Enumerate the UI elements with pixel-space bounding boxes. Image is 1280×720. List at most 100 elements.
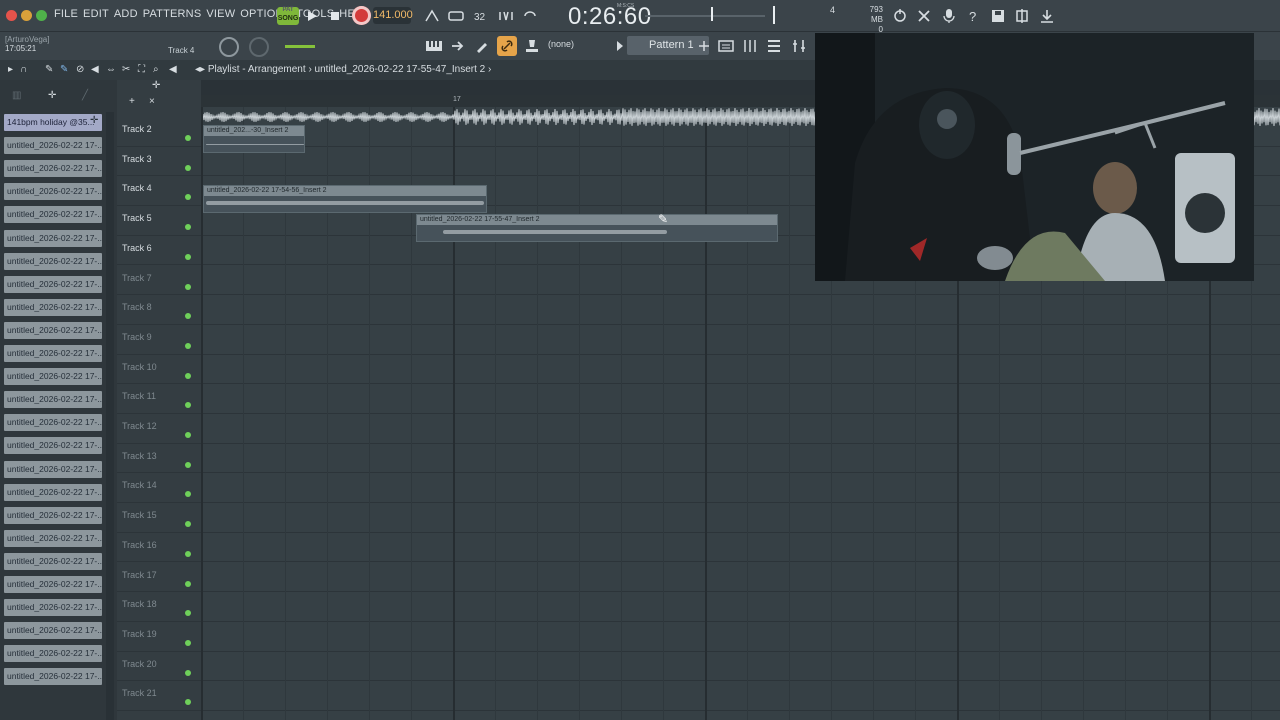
browser-clip-item[interactable]: untitled_2026-02-22 17-...	[4, 368, 102, 386]
piano-icon[interactable]	[424, 36, 444, 56]
track-header[interactable]: Track 14	[117, 473, 201, 504]
browser-view-icon[interactable]: ▥	[12, 90, 21, 101]
browser-clip-item[interactable]: untitled_2026-02-22 17-...	[4, 552, 102, 570]
track-mute-led[interactable]	[185, 669, 191, 676]
blend-notes-icon[interactable]	[496, 6, 516, 26]
stop-button[interactable]	[326, 7, 344, 25]
menu-edit[interactable]: EDIT	[83, 8, 109, 20]
track-name[interactable]: Track 9	[122, 332, 152, 342]
track-header[interactable]: Track 10	[117, 355, 201, 385]
track-name[interactable]: Track 5	[122, 213, 152, 223]
microphone-icon[interactable]	[939, 6, 959, 26]
arrangement-name[interactable]: untitled_2026-02-22 17-55-47_Insert 2	[315, 64, 486, 75]
song-mode-toggle[interactable]: PAT SONG	[277, 7, 299, 25]
track-mute-led[interactable]	[185, 699, 191, 706]
browser-clip-item[interactable]: untitled_2026-02-22 17-...	[4, 437, 102, 455]
track-header[interactable]: Track 11	[117, 384, 201, 414]
slip-tool-icon[interactable]: ⇔	[106, 64, 116, 75]
channel-rack-icon[interactable]	[764, 36, 784, 56]
menu-view[interactable]: VIEW	[206, 8, 235, 20]
arrow-right-icon[interactable]	[448, 36, 468, 56]
swing-knob[interactable]	[219, 37, 239, 57]
track-header[interactable]: Track 18	[117, 592, 201, 622]
link-icon[interactable]	[497, 36, 517, 56]
browser-brush-icon[interactable]: ╱	[82, 90, 88, 101]
playlist-icon[interactable]	[716, 36, 736, 56]
track-header[interactable]: Track 5	[117, 206, 201, 236]
track-mute-led[interactable]	[185, 313, 191, 320]
browser-clip-item[interactable]: untitled_2026-02-22 17-...	[4, 298, 102, 316]
zoom-tool-icon[interactable]: ⌕	[153, 64, 159, 75]
audio-clip[interactable]: untitled_2026-02-22 17-55-47_Insert 2	[416, 214, 778, 242]
add-pattern-icon[interactable]	[694, 36, 714, 56]
paint-tool-icon[interactable]: ✎	[60, 64, 68, 75]
menu-add[interactable]: ADD	[114, 8, 138, 20]
track-mute-led[interactable]	[185, 164, 191, 171]
track-name[interactable]: Track 13	[122, 451, 157, 461]
playback-tool-icon[interactable]: ◀	[169, 64, 177, 75]
volume-fader[interactable]	[285, 45, 315, 48]
track-name[interactable]: Track 14	[122, 480, 157, 490]
pitch-knob[interactable]	[249, 37, 269, 57]
master-volume-slider[interactable]	[645, 15, 765, 17]
track-header[interactable]: Track 12	[117, 414, 201, 444]
play-button[interactable]	[303, 7, 321, 25]
track-name[interactable]: Track 2	[122, 124, 152, 134]
track-header[interactable]: Track 21	[117, 681, 201, 711]
track-mute-led[interactable]	[185, 491, 191, 498]
browser-clip-item[interactable]: untitled_2026-02-22 17-...	[4, 529, 102, 547]
audio-clip[interactable]: untitled_2026-02-22 17-54-56_Insert 2	[203, 185, 487, 213]
playlist-arrow-icon[interactable]: ◂▸	[195, 64, 208, 75]
remove-track-icon[interactable]: ×	[149, 96, 155, 107]
track-header[interactable]: Track 9	[117, 325, 201, 355]
track-header[interactable]: Track 8	[117, 295, 201, 325]
browser-move-icon[interactable]: ✛	[48, 90, 56, 101]
track-mute-led[interactable]	[185, 550, 191, 557]
mixer-icon[interactable]	[740, 36, 760, 56]
track-name[interactable]: Track 4	[122, 183, 152, 193]
track-mute-led[interactable]	[185, 342, 191, 349]
stamp-icon[interactable]	[522, 36, 542, 56]
track-name[interactable]: Track 6	[122, 243, 152, 253]
browser-clip-item[interactable]: untitled_2026-02-22 17-...	[4, 252, 102, 270]
browser-clip-item[interactable]: untitled_2026-02-22 17-...	[4, 506, 102, 524]
track-mute-led[interactable]	[185, 224, 191, 231]
track-mute-led[interactable]	[185, 521, 191, 528]
track-name[interactable]: Track 15	[122, 510, 157, 520]
mute-tool-icon[interactable]: ◀	[91, 64, 99, 75]
browser-clip-item[interactable]: untitled_2026-02-22 17-...	[4, 414, 102, 432]
audio-clip[interactable]: untitled_202...-30_Insert 2	[203, 125, 305, 153]
track-mute-led[interactable]	[185, 639, 191, 646]
track-mute-led[interactable]	[185, 580, 191, 587]
browser-scrollbar[interactable]	[106, 112, 114, 720]
track-name[interactable]: Track 3	[122, 154, 152, 164]
track-mute-led[interactable]	[185, 402, 191, 409]
playlist-menu-arrow-icon[interactable]: ▸	[8, 64, 13, 75]
record-button[interactable]	[352, 6, 371, 25]
tempo-display[interactable]: 141.000	[373, 7, 413, 24]
song-time-display[interactable]: 0:26:60	[568, 3, 652, 31]
track-name[interactable]: Track 11	[122, 391, 156, 401]
download-icon[interactable]	[1037, 6, 1057, 26]
master-volume-handle[interactable]	[711, 7, 713, 21]
track-mute-led[interactable]	[185, 432, 191, 438]
track-name[interactable]: Track 16	[122, 540, 157, 550]
header-move-icon[interactable]: ✛	[152, 80, 160, 91]
wait-input-icon[interactable]	[446, 6, 466, 26]
browser-clip-item[interactable]: 141bpm holiday @35...	[4, 114, 102, 131]
track-name[interactable]: Track 18	[122, 599, 157, 609]
track-name[interactable]: Track 10	[122, 362, 157, 372]
tools-icon[interactable]	[914, 6, 934, 26]
browser-clip-item[interactable]: untitled_2026-02-22 17-...	[4, 460, 102, 478]
track-mute-led[interactable]	[185, 253, 191, 260]
track-header[interactable]: Track 3	[117, 147, 201, 177]
track-header[interactable]: Track 7	[117, 266, 201, 296]
browser-clip-item[interactable]: untitled_2026-02-22 17-...	[4, 668, 102, 686]
select-tool-icon[interactable]: ⛶	[138, 64, 145, 75]
refresh-icon[interactable]	[890, 6, 910, 26]
browser-clip-item[interactable]: untitled_2026-02-22 17-...	[4, 645, 102, 663]
plugin-icon[interactable]	[1012, 6, 1032, 26]
zoom-window-button[interactable]	[36, 10, 47, 21]
track-header[interactable]: Track 17	[117, 563, 201, 593]
browser-clip-item[interactable]: untitled_2026-02-22 17-...	[4, 229, 102, 247]
